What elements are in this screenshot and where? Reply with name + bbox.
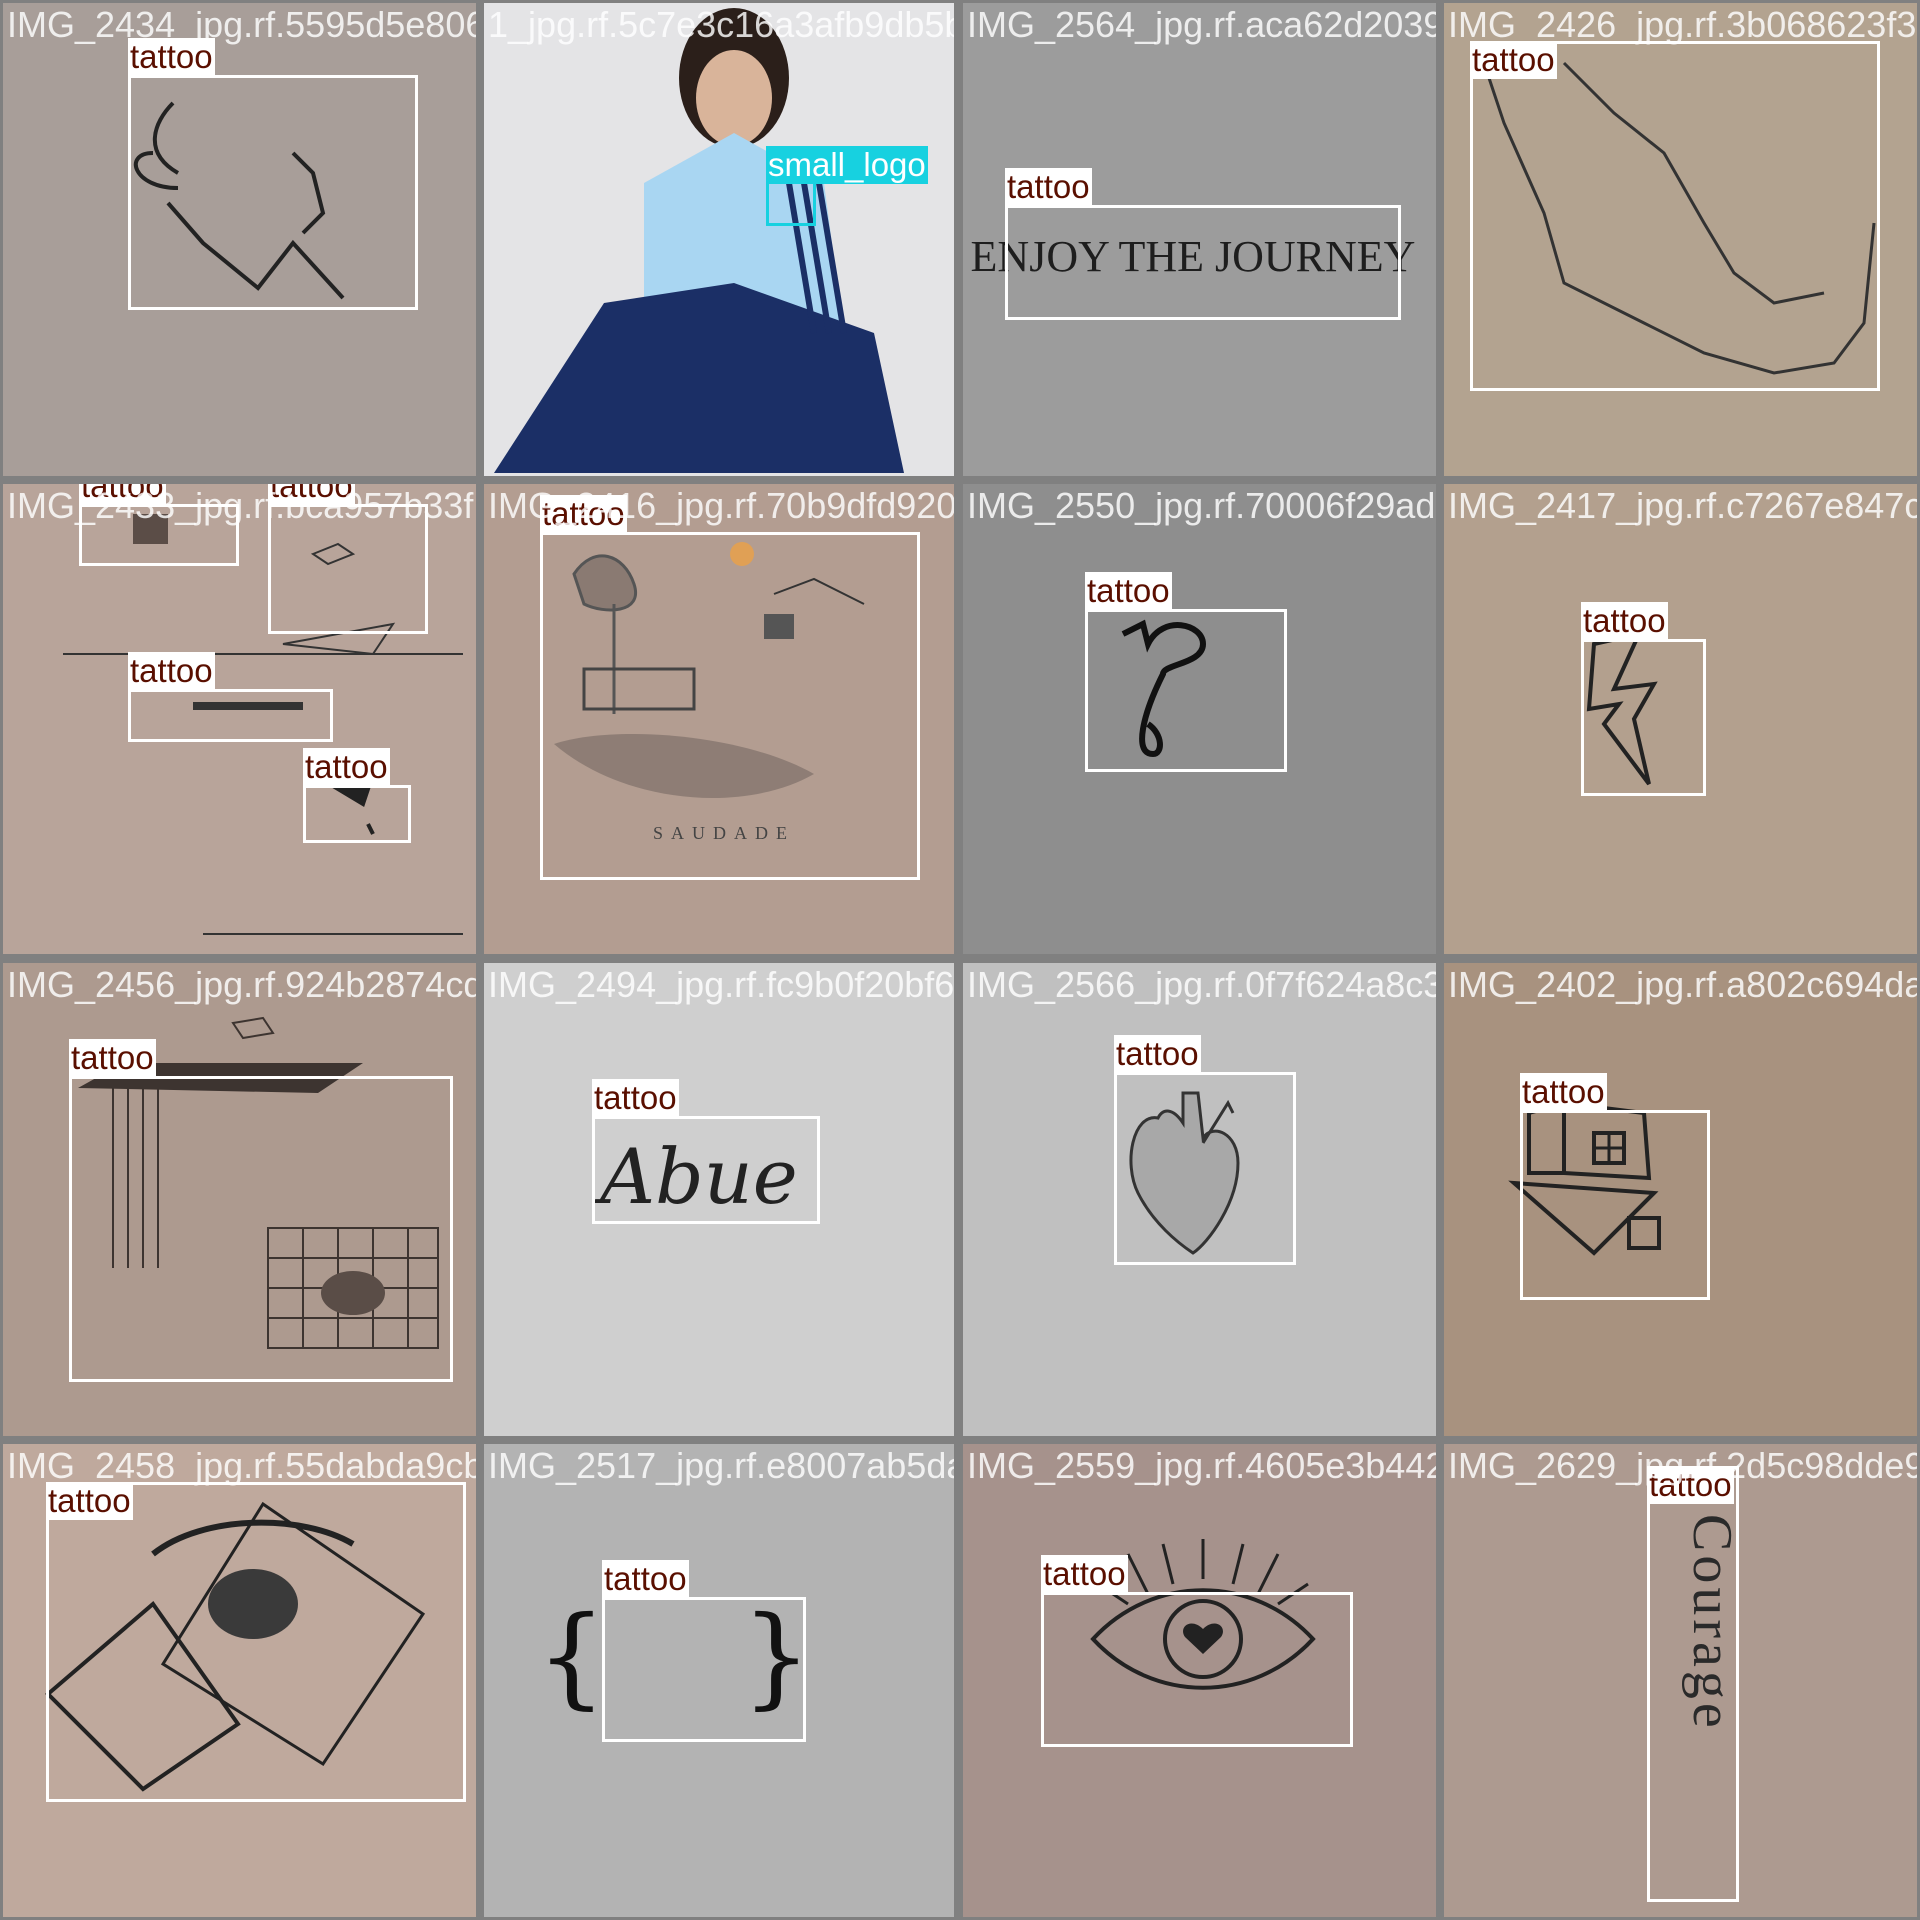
detection-box: tattoo	[602, 1560, 806, 1742]
mosaic-tile: 1_jpg.rf.5c7e3c16a3afb9db5b2f726b8a170a2…	[484, 3, 954, 476]
mosaic-tile: IMG_2456_jpg.rf.924b2874cd1c26b2fc9b0f20…	[3, 963, 476, 1436]
detection-label: tattoo	[1520, 1073, 1607, 1111]
detection-box: tattoo	[268, 484, 428, 634]
detection-label: tattoo	[46, 1482, 133, 1520]
detection-box: tattoo	[592, 1079, 820, 1224]
detection-box: tattoo	[1085, 572, 1287, 772]
detection-box: tattoo	[79, 484, 239, 566]
detection-label: tattoo	[592, 1079, 679, 1117]
model-photo	[484, 3, 954, 476]
image-mosaic: IMG_2434_jpg.rf.5595d5e806a19c3a3f4d1ca8…	[0, 0, 1920, 1920]
detection-label: tattoo	[1647, 1466, 1734, 1504]
mosaic-tile: Abue IMG_2494_jpg.rf.fc9b0f20bf6e3561c2d…	[484, 963, 954, 1436]
detection-box: tattoo	[1581, 602, 1706, 796]
detection-label: tattoo	[79, 484, 166, 505]
detection-label: tattoo	[1581, 602, 1668, 640]
detection-label: tattoo	[128, 38, 215, 76]
detection-label: tattoo	[303, 748, 390, 786]
detection-box: tattoo	[1520, 1073, 1710, 1300]
detection-label: tattoo	[1114, 1035, 1201, 1073]
mosaic-tile: IMG_2566_jpg.rf.0f7f624a8c3a2b0c694da1 t…	[963, 963, 1436, 1436]
detection-label: tattoo	[1085, 572, 1172, 610]
detection-label: tattoo	[540, 495, 627, 533]
detection-label: tattoo	[1005, 168, 1092, 206]
detection-label: tattoo	[1041, 1555, 1128, 1593]
mosaic-tile: IMG_2433_jpg.rf.bca957b33f16da8d8a0bb5a0…	[3, 484, 476, 954]
detection-box: tattoo	[1005, 168, 1401, 320]
mosaic-tile: ENJOY THE JOURNEY IMG_2564_jpg.rf.aca62d…	[963, 3, 1436, 476]
detection-box: tattoo	[1041, 1555, 1353, 1747]
detection-label: tattoo	[602, 1560, 689, 1598]
mosaic-tile: IMG_2550_jpg.rf.70006f29ad0127da0c7261 t…	[963, 484, 1436, 954]
detection-box: tattoo	[46, 1482, 466, 1802]
logo-detection-box: small_logo	[766, 146, 928, 226]
mosaic-tile: IMG_2434_jpg.rf.5595d5e806a19c3a3f4d1ca8…	[3, 3, 476, 476]
detection-box: tattoo	[128, 38, 418, 310]
mosaic-tile: { } IMG_2517_jpg.rf.e8007ab5da5608598 ta…	[484, 1444, 954, 1917]
detection-label: tattoo	[69, 1039, 156, 1077]
detection-box: tattoo	[1114, 1035, 1296, 1265]
mosaic-tile: IMG_2559_jpg.rf.4605e3b4420e803d56 tatto…	[963, 1444, 1436, 1917]
detection-box: tattoo	[1647, 1466, 1739, 1902]
detection-label: tattoo	[268, 484, 355, 505]
detection-box: tattoo	[1470, 41, 1880, 391]
mosaic-tile: Courage IMG_2629_jpg.rf.2d5c98dde9e74c90…	[1444, 1444, 1917, 1917]
detection-box: tattoo	[128, 652, 333, 742]
detection-box: tattoo	[303, 748, 411, 843]
detection-label: tattoo	[128, 652, 215, 690]
detection-box: tattoo	[540, 495, 920, 880]
mosaic-tile: IMG_2402_jpg.rf.a802c694da1.49e9cfe7a ta…	[1444, 963, 1917, 1436]
mosaic-tile: IMG_2426_jpg.rf.3b068623f305b1be4cae tat…	[1444, 3, 1917, 476]
mosaic-tile: IMG_2458_jpg.rf.55dabda9cb67da2d7f55f4bf…	[3, 1444, 476, 1917]
mosaic-tile: IMG_2417_jpg.rf.c7267e847cdf213096828 ta…	[1444, 484, 1917, 954]
detection-label: small_logo	[766, 146, 928, 184]
detection-label: tattoo	[1470, 41, 1557, 79]
detection-box: tattoo	[69, 1039, 453, 1382]
mosaic-tile: SAUDADE IMG_2416_jpg.rf.70b9dfd9204e98d3…	[484, 484, 954, 954]
